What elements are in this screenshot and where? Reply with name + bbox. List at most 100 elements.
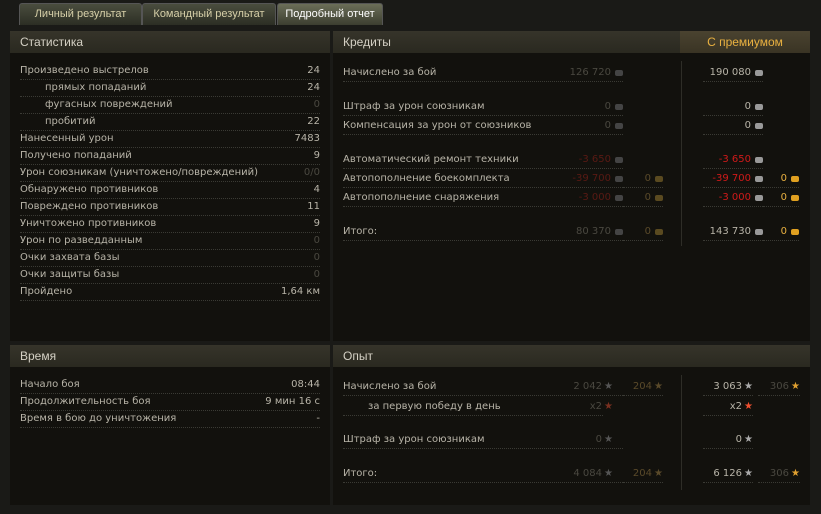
premium-gold-cell: 0 bbox=[763, 190, 799, 207]
base-exp: x2 bbox=[589, 401, 602, 412]
base-gold: 0 bbox=[644, 226, 651, 237]
base-exp: 4 084 bbox=[573, 468, 602, 479]
stat-row: Очки защиты базы 0 bbox=[20, 267, 320, 284]
row-label: Время в бою до уничтожения bbox=[20, 413, 177, 424]
stat-row: Обнаружено противников 4 bbox=[20, 182, 320, 199]
premium-free-exp: 306 bbox=[769, 468, 789, 479]
premium-credits-cell: -3 650 bbox=[703, 152, 763, 169]
star-icon: ★ bbox=[744, 401, 753, 412]
row-label: Начало боя bbox=[20, 379, 80, 390]
row-label: Итого: bbox=[343, 468, 378, 479]
premium-exp-cell: 0 ★ bbox=[703, 432, 753, 449]
row-label: Урон союзникам (уничтожено/повреждений) bbox=[20, 167, 259, 178]
premium-credits-cell: 143 730 bbox=[703, 224, 763, 241]
base-credits-cell: -39 700 bbox=[563, 171, 623, 187]
row-value: 0/0 bbox=[303, 167, 320, 178]
base-gold: 0 bbox=[644, 192, 651, 203]
tab-detailed-report[interactable]: Подробный отчет bbox=[277, 3, 383, 25]
star-icon: ★ bbox=[744, 381, 753, 392]
row-label: Уничтожено противников bbox=[20, 218, 157, 229]
row-label: Начислено за бой bbox=[343, 381, 437, 392]
row-value: 9 bbox=[313, 218, 320, 229]
star-icon: ★ bbox=[791, 468, 800, 479]
premium-free-exp-cell: 306 ★ bbox=[758, 466, 800, 483]
credits-icon bbox=[755, 157, 763, 163]
tab-team-result[interactable]: Командный результат bbox=[142, 3, 276, 25]
row-label: фугасных повреждений bbox=[45, 99, 173, 110]
stat-row: Время в бою до уничтожения - bbox=[20, 411, 320, 428]
base-credits-cell: 80 370 bbox=[563, 224, 623, 240]
premium-gold-cell: 0 bbox=[763, 224, 799, 241]
row-value: 24 bbox=[307, 65, 320, 76]
credits-icon bbox=[615, 104, 623, 110]
base-exp: 0 bbox=[595, 434, 602, 445]
premium-exp: 6 126 bbox=[713, 468, 742, 479]
credits-icon bbox=[615, 176, 623, 182]
premium-column-title: С премиумом bbox=[680, 31, 810, 53]
row-value: 22 bbox=[307, 116, 320, 127]
gold-icon bbox=[655, 195, 663, 201]
row-value: 0 bbox=[313, 99, 320, 110]
row-label: Автопополнение снаряжения bbox=[343, 192, 500, 203]
row-value: 9 мин 16 с bbox=[265, 396, 320, 407]
stat-row: прямых попаданий 24 bbox=[20, 80, 320, 97]
stat-row: Получено попаданий 9 bbox=[20, 148, 320, 165]
row-value: 4 bbox=[313, 184, 320, 195]
gold-icon bbox=[791, 195, 799, 201]
premium-credits-cell: -39 700 bbox=[703, 171, 763, 188]
row-value: 24 bbox=[307, 82, 320, 93]
tab-personal-result[interactable]: Личный результат bbox=[19, 3, 142, 25]
base-credits: 0 bbox=[604, 101, 611, 112]
premium-exp: 0 bbox=[735, 434, 742, 445]
column-divider bbox=[681, 61, 682, 246]
credits-icon bbox=[615, 70, 623, 76]
credits-icon bbox=[755, 104, 763, 110]
credits-icon bbox=[755, 70, 763, 76]
row-label: Штраф за урон союзникам bbox=[343, 101, 485, 112]
premium-credits: -3 650 bbox=[718, 154, 751, 165]
base-credits-cell: 126 720 bbox=[563, 65, 623, 81]
row-label: пробитий bbox=[45, 116, 96, 127]
stat-row: Нанесенный урон 7483 bbox=[20, 131, 320, 148]
base-credits: 80 370 bbox=[576, 226, 611, 237]
row-label: Произведено выстрелов bbox=[20, 65, 149, 76]
gold-icon bbox=[655, 176, 663, 182]
base-credits: 126 720 bbox=[569, 67, 611, 78]
base-gold-cell: 0 bbox=[623, 224, 663, 241]
base-exp-cell: 2 042 ★ bbox=[543, 379, 613, 395]
base-credits-cell: 0 bbox=[563, 118, 623, 134]
row-label: Пройдено bbox=[20, 286, 73, 297]
credits-icon bbox=[615, 229, 623, 235]
base-free-exp-cell: 204 ★ bbox=[623, 379, 663, 396]
base-credits-cell: 0 bbox=[563, 99, 623, 115]
row-label: за первую победу в день bbox=[368, 401, 501, 412]
base-credits: -3 650 bbox=[578, 154, 611, 165]
stat-row: Повреждено противников 11 bbox=[20, 199, 320, 216]
star-icon: ★ bbox=[604, 468, 613, 479]
row-value: 0 bbox=[313, 269, 320, 280]
time-title: Время bbox=[10, 345, 330, 367]
base-credits: 0 bbox=[604, 120, 611, 131]
column-divider bbox=[681, 375, 682, 490]
row-label: Начислено за бой bbox=[343, 67, 437, 78]
stat-row: Урон по разведданным 0 bbox=[20, 233, 320, 250]
credits-panel: Кредиты С премиумом Начислено за бой 126 … bbox=[333, 31, 810, 341]
premium-free-exp-cell: 306 ★ bbox=[758, 379, 800, 396]
gold-icon bbox=[791, 176, 799, 182]
row-value: - bbox=[316, 413, 320, 424]
row-label: Получено попаданий bbox=[20, 150, 132, 161]
star-icon: ★ bbox=[744, 434, 753, 445]
premium-gold: 0 bbox=[780, 173, 787, 184]
premium-gold: 0 bbox=[780, 192, 787, 203]
row-label: Очки защиты базы bbox=[20, 269, 120, 280]
base-free-exp: 204 bbox=[632, 468, 652, 479]
row-label: Урон по разведданным bbox=[20, 235, 143, 246]
credits-icon bbox=[615, 123, 623, 129]
row-label: Итого: bbox=[343, 226, 378, 237]
premium-credits: -3 000 bbox=[718, 192, 751, 203]
base-gold: 0 bbox=[644, 173, 651, 184]
stat-row: Начало боя 08:44 bbox=[20, 377, 320, 394]
premium-credits: 143 730 bbox=[709, 226, 751, 237]
stats-title: Статистика bbox=[10, 31, 330, 53]
premium-exp: x2 bbox=[729, 401, 742, 412]
